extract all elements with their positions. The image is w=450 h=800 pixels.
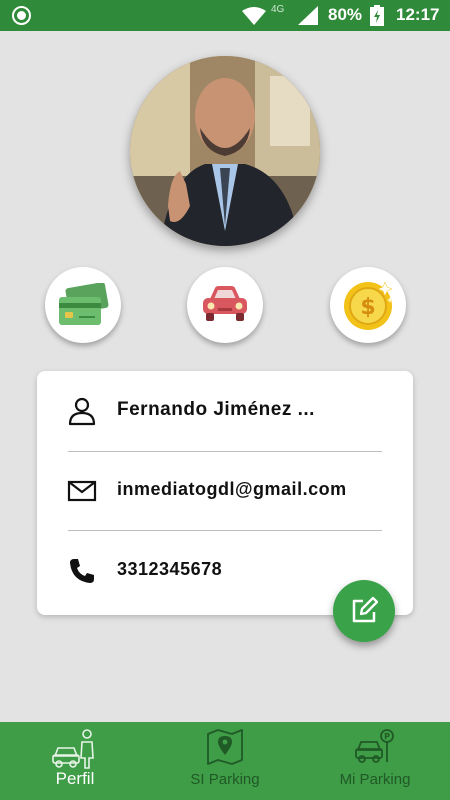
nav-item-mi-parking[interactable]: P Mi Parking: [300, 722, 450, 800]
credit-cards-icon: [59, 283, 109, 325]
phone-icon: [70, 559, 94, 583]
name-row: Fernando Jiménez ...: [37, 381, 413, 441]
user-name: Fernando Jiménez ...: [117, 399, 315, 420]
mail-icon: [67, 480, 97, 502]
parking-car-icon: P: [355, 729, 394, 763]
credits-button[interactable]: $: [330, 267, 406, 343]
status-bar: 4G 80% 12:17: [0, 0, 450, 31]
nav-label-si-parking: SI Parking: [190, 771, 260, 788]
edit-icon: [352, 596, 379, 623]
divider: [68, 451, 382, 452]
user-email: inmediatogdl@gmail.com: [117, 479, 347, 499]
coin-icon: $: [344, 281, 393, 330]
network-type-label: 4G: [271, 4, 285, 15]
nav-label-perfil: Perfil: [55, 769, 95, 788]
nav-item-perfil[interactable]: Perfil: [0, 722, 150, 800]
profile-photo-image: [130, 56, 320, 246]
profile-photo[interactable]: [130, 56, 320, 246]
svg-text:P: P: [384, 732, 390, 741]
user-icon: [68, 397, 96, 426]
battery-percentage: 80%: [328, 5, 363, 24]
svg-text:$: $: [360, 295, 375, 320]
profile-info-card: Fernando Jiménez ... inmediatogdl@gmail.…: [37, 371, 413, 615]
email-row: inmediatogdl@gmail.com: [37, 461, 413, 521]
battery-icon: [370, 5, 384, 26]
valet-car-icon: [52, 729, 94, 769]
vehicle-button[interactable]: [187, 267, 263, 343]
bottom-navigation: Perfil SI Parking P Mi Parking: [0, 722, 450, 800]
nav-label-mi-parking: Mi Parking: [339, 771, 411, 788]
map-pin-icon: [207, 729, 243, 765]
payment-cards-button[interactable]: [45, 267, 121, 343]
app-notification-icon: [12, 6, 31, 25]
nav-item-si-parking[interactable]: SI Parking: [150, 722, 300, 800]
signal-icon: [298, 6, 318, 25]
edit-profile-button[interactable]: [333, 580, 395, 642]
car-icon: [203, 286, 247, 321]
status-time: 12:17: [396, 5, 440, 24]
user-phone: 3312345678: [117, 559, 223, 579]
divider: [68, 530, 382, 531]
wifi-icon: [242, 7, 266, 25]
